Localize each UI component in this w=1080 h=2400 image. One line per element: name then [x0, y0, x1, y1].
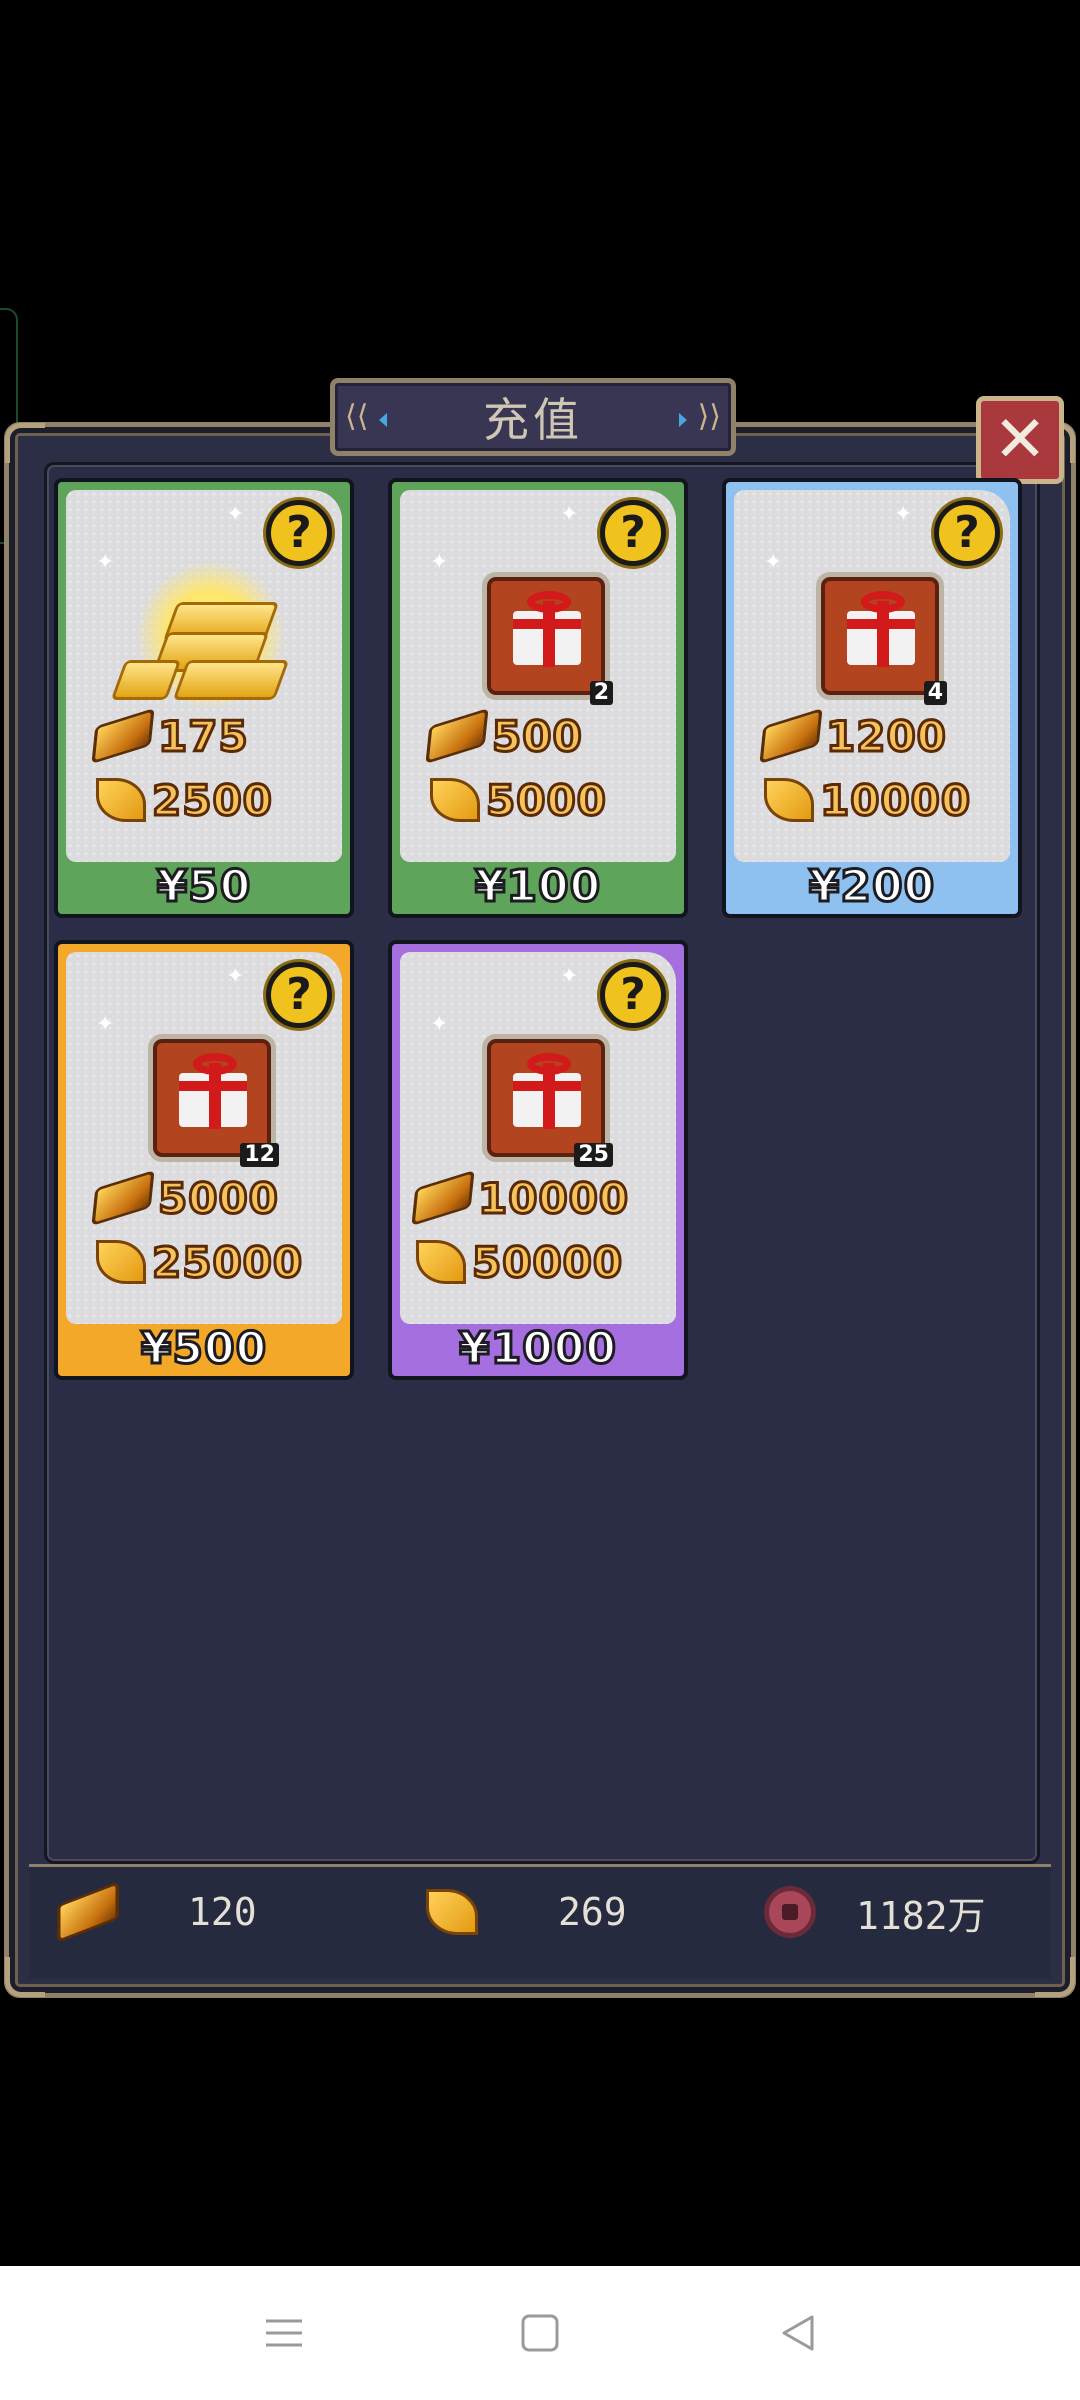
- pack-content: ✦ ✦ ? 12 5000 25000: [66, 952, 342, 1324]
- gift-count: 4: [923, 681, 947, 705]
- pack-price: ¥100: [473, 860, 602, 914]
- gold-ingot-icon: [425, 707, 489, 765]
- sparkle-icon: ✦: [560, 502, 579, 527]
- question-icon: ?: [620, 507, 646, 558]
- ingot-balance-value: 120: [188, 1890, 257, 1934]
- gold-ingot-icon: [759, 707, 823, 765]
- pack-content: ✦ ✦ ? 175 2500: [66, 490, 342, 862]
- help-button[interactable]: ?: [934, 500, 1000, 566]
- sparkle-icon: ✦: [764, 550, 783, 575]
- gift-count: 25: [574, 1143, 613, 1167]
- sparkle-icon: ✦: [430, 550, 449, 575]
- sparkle-icon: ✦: [560, 964, 579, 989]
- gift-box-icon: 4: [816, 572, 947, 705]
- leaf-reward: 2500: [96, 772, 273, 828]
- help-button[interactable]: ?: [600, 500, 666, 566]
- back-button[interactable]: [738, 2266, 858, 2400]
- recharge-pack-100[interactable]: ✦ ✦ ? 2 500 5000 ¥100: [388, 478, 688, 918]
- help-button[interactable]: ?: [600, 962, 666, 1028]
- question-icon: ?: [620, 969, 646, 1020]
- recharge-pack-500[interactable]: ✦ ✦ ? 12 5000 25000 ¥500: [54, 940, 354, 1380]
- pack-content: ✦ ✦ ? 25 10000 50000: [400, 952, 676, 1324]
- pack-price: ¥500: [139, 1322, 268, 1376]
- question-icon: ?: [286, 969, 312, 1020]
- chevron-right-icon: ⟩⟩: [697, 399, 721, 434]
- leaf-amount: 50000: [470, 1236, 624, 1288]
- close-button[interactable]: ✕: [976, 396, 1064, 484]
- ingot-amount: 5000: [157, 1172, 280, 1224]
- arrow-left-icon: [379, 413, 387, 427]
- sparkle-icon: ✦: [894, 502, 913, 527]
- ingot-reward: 10000: [411, 1169, 630, 1227]
- recharge-pack-1000[interactable]: ✦ ✦ ? 25 10000 50000 ¥1000: [388, 940, 688, 1380]
- help-button[interactable]: ?: [266, 500, 332, 566]
- gift-box-icon: 25: [482, 1034, 613, 1167]
- coin-balance-value: 1182万: [856, 1893, 986, 1938]
- leaf-balance: 269: [426, 1880, 627, 1944]
- ingot-reward: 500: [425, 707, 584, 765]
- gold-ingot-icon: [91, 1169, 155, 1227]
- chevron-left-icon: ⟨⟨: [345, 399, 369, 434]
- gift-box-icon: 12: [148, 1034, 279, 1167]
- recent-apps-button[interactable]: [224, 2266, 344, 2400]
- ingot-amount: 10000: [476, 1172, 630, 1224]
- gold-leaf-icon: [426, 1889, 478, 1935]
- pack-price: ¥200: [807, 860, 936, 914]
- arrow-right-icon: [679, 413, 687, 427]
- recharge-pack-200[interactable]: ✦ ✦ ? 4 1200 10000 ¥200: [722, 478, 1022, 918]
- leaf-amount: 5000: [485, 774, 608, 826]
- ingot-amount: 1200: [825, 710, 948, 762]
- ingot-amount: 175: [157, 710, 250, 762]
- sparkle-icon: ✦: [430, 1012, 449, 1037]
- ingot-amount: 500: [491, 710, 584, 762]
- ingot-reward: 175: [91, 707, 250, 765]
- gift-count: 2: [589, 681, 613, 705]
- sparkle-icon: ✦: [226, 502, 245, 527]
- leaf-amount: 2500: [151, 774, 274, 826]
- coin-balance: 1182万: [764, 1880, 986, 1944]
- copper-coin-icon: [764, 1886, 816, 1938]
- pack-price: ¥50: [155, 860, 252, 914]
- sparkle-icon: ✦: [96, 550, 115, 575]
- leaf-reward: 5000: [430, 772, 607, 828]
- gift-box-icon: 2: [482, 572, 613, 705]
- ingot-balance: 120: [57, 1880, 257, 1944]
- home-button[interactable]: [480, 2266, 600, 2400]
- gold-ingot-icon: [57, 1881, 119, 1943]
- dialog-title: 充值: [483, 393, 583, 447]
- close-icon: ✕: [993, 403, 1047, 477]
- gold-leaf-icon: [96, 778, 146, 822]
- question-icon: ?: [954, 507, 980, 558]
- home-square-icon: [521, 2314, 559, 2352]
- leaf-balance-value: 269: [558, 1890, 627, 1934]
- menu-icon: [266, 2319, 302, 2347]
- gold-ingot-icon: [411, 1169, 475, 1227]
- pack-content: ✦ ✦ ? 2 500 5000: [400, 490, 676, 862]
- frame-corner: [5, 423, 45, 463]
- ingot-reward: 1200: [759, 707, 948, 765]
- sparkle-icon: ✦: [226, 964, 245, 989]
- leaf-amount: 25000: [150, 1236, 304, 1288]
- ingot-reward: 5000: [91, 1169, 280, 1227]
- gold-pile-icon: [110, 560, 306, 710]
- gold-leaf-icon: [416, 1240, 466, 1284]
- back-triangle-icon: [782, 2315, 814, 2351]
- gold-leaf-icon: [96, 1240, 146, 1284]
- gold-leaf-icon: [430, 778, 480, 822]
- help-button[interactable]: ?: [266, 962, 332, 1028]
- sparkle-icon: ✦: [96, 1012, 115, 1037]
- leaf-amount: 10000: [818, 774, 972, 826]
- question-icon: ?: [286, 507, 312, 558]
- leaf-reward: 25000: [96, 1234, 304, 1290]
- gold-ingot-icon: [91, 707, 155, 765]
- gift-count: 12: [240, 1143, 279, 1167]
- recharge-pack-50[interactable]: ✦ ✦ ? 175 2500 ¥50: [54, 478, 354, 918]
- leaf-reward: 10000: [764, 772, 972, 828]
- leaf-reward: 50000: [416, 1234, 624, 1290]
- system-navigation-bar: [0, 2266, 1080, 2400]
- title-plate: ⟨⟨ 充值 ⟩⟩: [330, 378, 736, 456]
- gold-leaf-icon: [764, 778, 814, 822]
- pack-price: ¥1000: [457, 1322, 618, 1376]
- pack-content: ✦ ✦ ? 4 1200 10000: [734, 490, 1010, 862]
